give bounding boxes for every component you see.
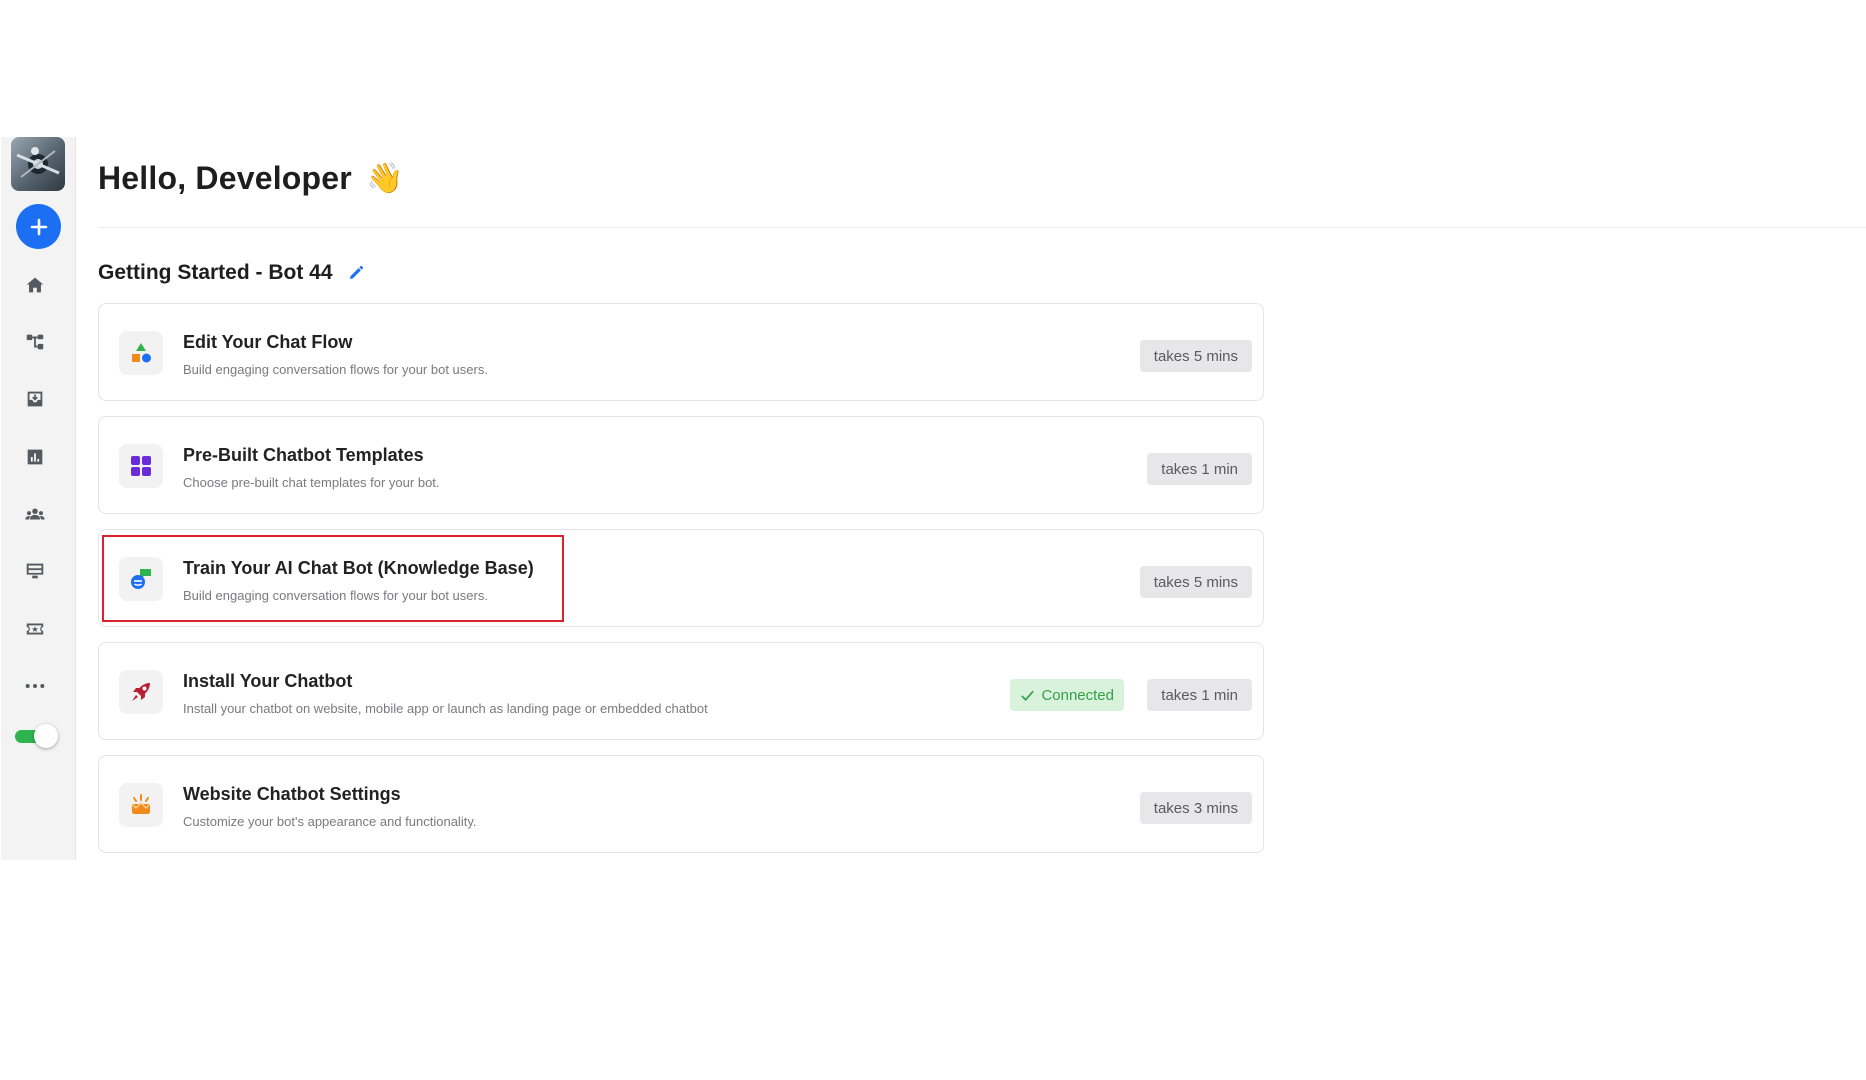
card-icon-wrap: [119, 783, 163, 827]
bot-avatar[interactable]: [11, 137, 65, 191]
analytics-icon: [27, 449, 43, 465]
card-description: Install your chatbot on website, mobile …: [183, 701, 708, 716]
section-header: Getting Started - Bot 44: [98, 261, 365, 285]
time-badge: takes 1 min: [1147, 453, 1252, 485]
card-description: Build engaging conversation flows for yo…: [183, 588, 488, 603]
crown-icon: [131, 794, 151, 814]
sidebar-item-more[interactable]: [21, 672, 49, 700]
bot-status-toggle[interactable]: [15, 724, 58, 748]
checkmark-icon: [1021, 690, 1035, 701]
add-button[interactable]: [16, 204, 61, 249]
users-icon: [25, 508, 45, 520]
status-label: Connected: [1041, 686, 1114, 704]
page: Hello, Developer 👋 Getting Started - Bot…: [0, 0, 1866, 1080]
sidebar-item-home[interactable]: [21, 271, 49, 299]
card-title: Edit Your Chat Flow: [183, 332, 353, 352]
plus-icon: [30, 218, 47, 235]
pencil-icon[interactable]: [347, 264, 365, 282]
card-icon-wrap: [119, 444, 163, 488]
connected-status-badge: Connected: [1010, 679, 1124, 711]
card-description: Build engaging conversation flows for yo…: [183, 362, 488, 377]
grid-icon: [131, 456, 151, 476]
sidebar-item-contacts[interactable]: [21, 500, 49, 528]
sidebar-item-flows[interactable]: [21, 328, 49, 356]
card-install-chatbot[interactable]: Install Your Chatbot Install your chatbo…: [98, 642, 1264, 740]
monitor-icon: [26, 563, 44, 579]
card-title: Train Your AI Chat Bot (Knowledge Base): [183, 558, 534, 578]
time-badge: takes 5 mins: [1139, 340, 1252, 372]
card-train-ai-bot[interactable]: Train Your AI Chat Bot (Knowledge Base) …: [98, 529, 1264, 627]
card-description: Choose pre-built chat templates for your…: [183, 475, 440, 490]
sidebar-item-inbox[interactable]: [21, 385, 49, 413]
card-title: Website Chatbot Settings: [183, 784, 401, 804]
wave-icon: 👋: [365, 162, 404, 195]
card-title: Pre-Built Chatbot Templates: [183, 445, 424, 465]
card-edit-chat-flow[interactable]: Edit Your Chat Flow Build engaging conve…: [98, 303, 1264, 401]
inbox-icon: [27, 391, 43, 407]
sidebar-item-tickets[interactable]: [21, 615, 49, 643]
page-title: Hello, Developer 👋: [98, 160, 404, 197]
card-icon-wrap: [119, 557, 163, 601]
card-website-settings[interactable]: Website Chatbot Settings Customize your …: [98, 755, 1264, 853]
sidebar: [1, 137, 76, 860]
header-divider: [98, 227, 1866, 228]
more-icon: [25, 683, 45, 689]
card-icon-wrap: [119, 331, 163, 375]
rocket-icon: [132, 683, 150, 701]
greeting-text: Hello, Developer: [98, 160, 352, 196]
card-prebuilt-templates[interactable]: Pre-Built Chatbot Templates Choose pre-b…: [98, 416, 1264, 514]
card-icon-wrap: [119, 670, 163, 714]
ticket-icon: [26, 623, 44, 635]
sidebar-item-analytics[interactable]: [21, 443, 49, 471]
sidebar-item-channels[interactable]: [21, 557, 49, 585]
shapes-icon: [132, 343, 151, 363]
time-badge: takes 3 mins: [1139, 792, 1252, 824]
section-title: Getting Started - Bot 44: [98, 261, 333, 284]
time-badge: takes 5 mins: [1139, 566, 1252, 598]
card-title: Install Your Chatbot: [183, 671, 353, 691]
time-badge: takes 1 min: [1147, 679, 1252, 711]
flow-icon: [26, 334, 44, 350]
card-description: Customize your bot's appearance and func…: [183, 814, 477, 829]
home-icon: [26, 277, 44, 293]
toggle-knob: [34, 724, 58, 748]
chat-bubbles-icon: [131, 569, 151, 589]
